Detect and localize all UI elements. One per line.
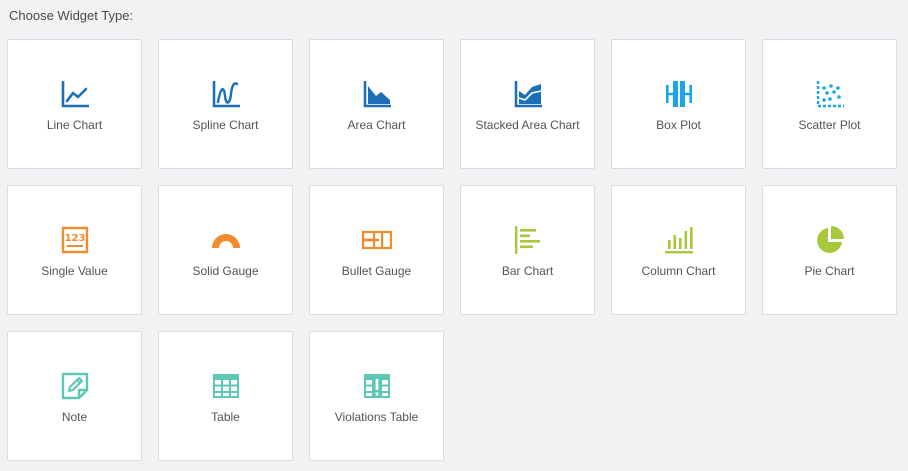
widget-label: Note <box>61 410 88 424</box>
stacked-area-chart-icon <box>512 78 544 110</box>
widget-card-bullet-gauge[interactable]: Bullet Gauge <box>309 185 444 315</box>
page-title: Choose Widget Type: <box>9 8 134 23</box>
violations-table-icon <box>361 370 393 402</box>
widget-card-violations-table[interactable]: Violations Table <box>309 331 444 461</box>
widget-card-note[interactable]: Note <box>7 331 142 461</box>
widget-label: Bullet Gauge <box>341 264 412 278</box>
widget-label: Violations Table <box>334 410 419 424</box>
pie-chart-icon <box>814 224 846 256</box>
widget-card-box-plot[interactable]: Box Plot <box>611 39 746 169</box>
svg-text:123: 123 <box>64 233 85 244</box>
widget-card-pie-chart[interactable]: Pie Chart <box>762 185 897 315</box>
widget-card-spline-chart[interactable]: Spline Chart <box>158 39 293 169</box>
widget-label: Solid Gauge <box>192 264 259 278</box>
line-chart-icon <box>59 78 91 110</box>
widget-label: Spline Chart <box>192 118 259 132</box>
bar-chart-icon <box>512 224 544 256</box>
widget-type-grid: Line Chart Spline Chart Area Chart Stack… <box>7 39 897 461</box>
bullet-gauge-icon <box>361 224 393 256</box>
widget-card-area-chart[interactable]: Area Chart <box>309 39 444 169</box>
column-chart-icon <box>663 224 695 256</box>
widget-card-column-chart[interactable]: Column Chart <box>611 185 746 315</box>
area-chart-icon <box>361 78 393 110</box>
widget-card-line-chart[interactable]: Line Chart <box>7 39 142 169</box>
table-icon <box>210 370 242 402</box>
scatter-plot-icon <box>814 78 846 110</box>
widget-card-solid-gauge[interactable]: Solid Gauge <box>158 185 293 315</box>
widget-label: Line Chart <box>46 118 103 132</box>
widget-label: Bar Chart <box>501 264 554 278</box>
widget-label: Table <box>211 410 240 424</box>
widget-card-table[interactable]: Table <box>158 331 293 461</box>
widget-label: Stacked Area Chart <box>475 118 580 132</box>
widget-label: Column Chart <box>641 264 716 278</box>
widget-card-bar-chart[interactable]: Bar Chart <box>460 185 595 315</box>
widget-label: Box Plot <box>656 118 701 132</box>
widget-label: Area Chart <box>347 118 406 132</box>
single-value-icon: 123 <box>59 224 91 256</box>
widget-card-scatter-plot[interactable]: Scatter Plot <box>762 39 897 169</box>
note-icon <box>59 370 91 402</box>
spline-chart-icon <box>210 78 242 110</box>
widget-label: Scatter Plot <box>798 118 861 132</box>
solid-gauge-icon <box>210 224 242 256</box>
widget-card-stacked-area-chart[interactable]: Stacked Area Chart <box>460 39 595 169</box>
widget-card-single-value[interactable]: 123 Single Value <box>7 185 142 315</box>
widget-label: Single Value <box>41 264 108 278</box>
widget-label: Pie Chart <box>804 264 855 278</box>
box-plot-icon <box>663 78 695 110</box>
